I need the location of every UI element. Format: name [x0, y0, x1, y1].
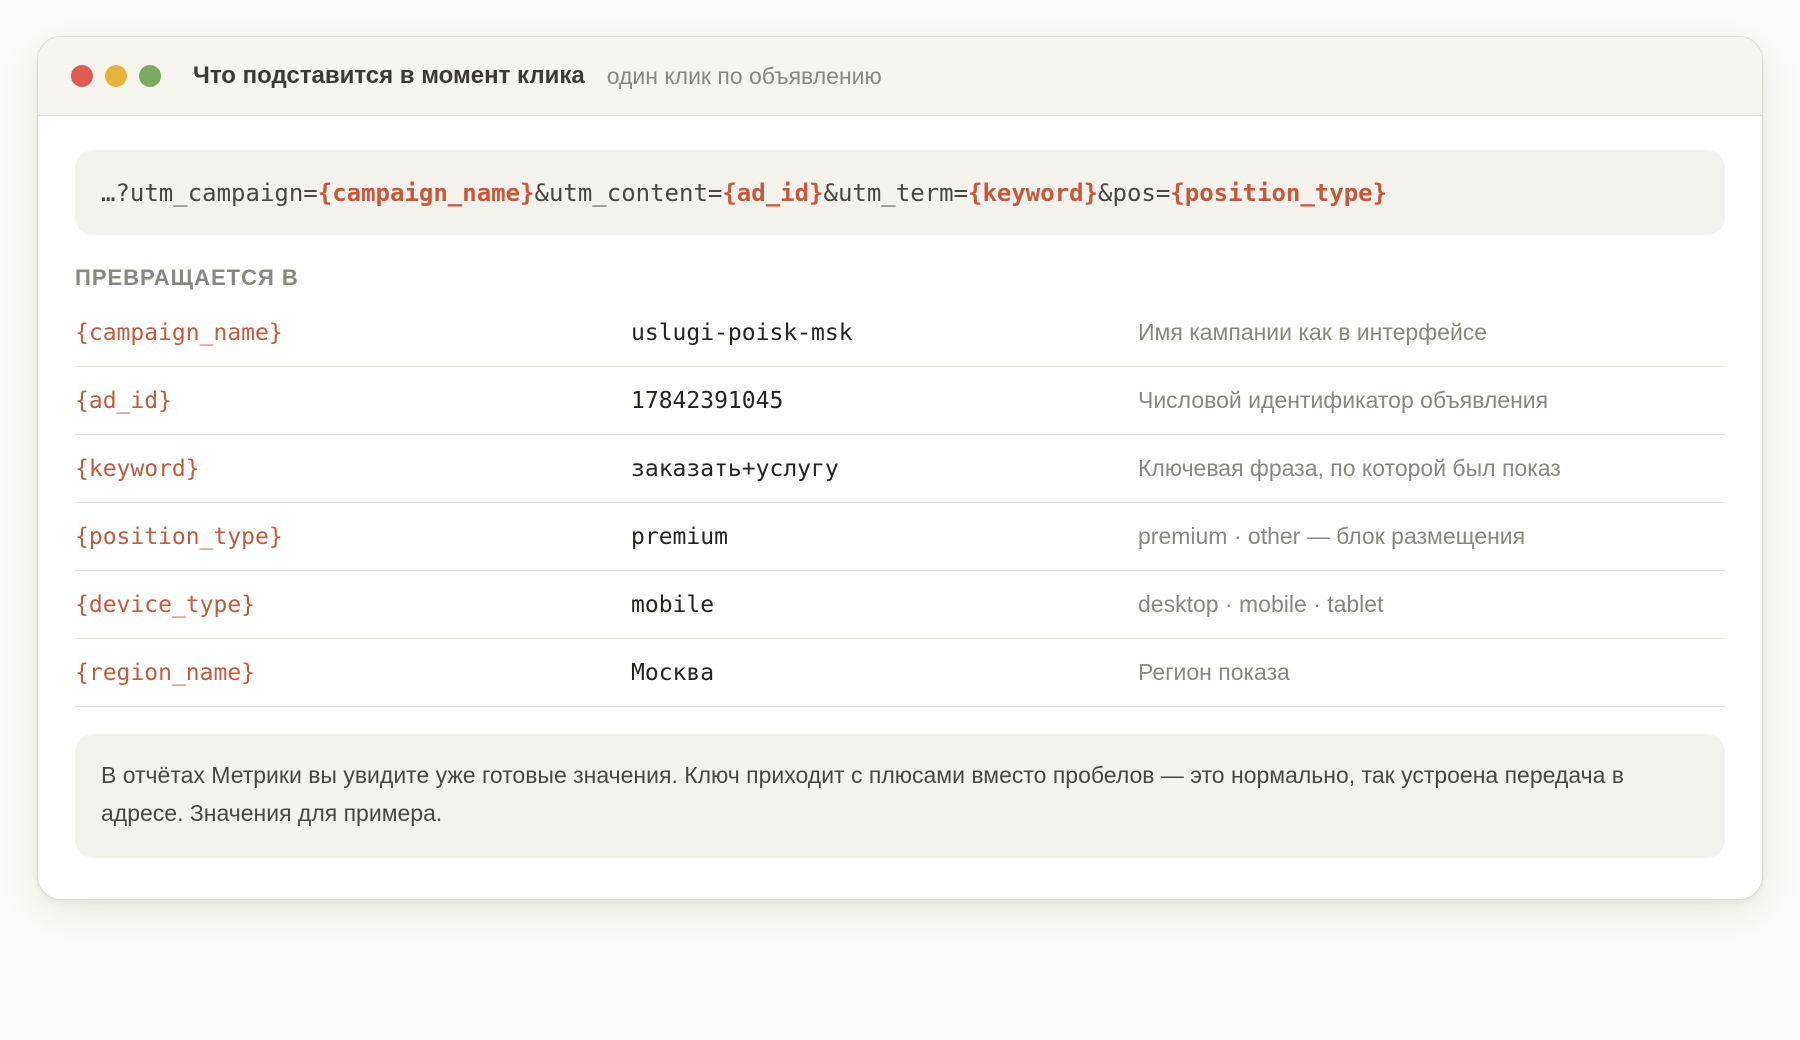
- substituted-value: uslugi-poisk-msk: [631, 319, 853, 346]
- table-row: {device_type} mobile desktop · mobile · ta…: [75, 571, 1725, 639]
- window: Что подставится в момент клика один клик…: [37, 36, 1763, 900]
- placeholder-key: {device_type}: [75, 591, 256, 618]
- substitution-table: {campaign_name} uslugi-poisk-msk Имя кампа…: [75, 299, 1725, 707]
- placeholder-key: {campaign_name}: [75, 319, 283, 346]
- table-row: {ad_id} 17842391045 Числовой идентификатор…: [75, 367, 1725, 435]
- url-text: &pos=: [1098, 178, 1171, 207]
- url-placeholder: {ad_id}: [722, 178, 824, 207]
- url-placeholder: {campaign_name}: [317, 178, 535, 207]
- main-content: …?utm_campaign= {campaign_name} &utm_conte…: [38, 116, 1762, 858]
- substituted-value: 17842391045: [631, 387, 784, 414]
- placeholder-key: {position_type}: [75, 523, 283, 550]
- minimize-button[interactable]: [105, 65, 127, 87]
- substituted-value: mobile: [631, 591, 715, 618]
- window-subtitle: один клик по объявлению: [606, 62, 882, 89]
- url-text: &utm_content=: [534, 178, 723, 207]
- url-placeholder: {position_type}: [1170, 178, 1388, 207]
- substituted-value: Москва: [631, 659, 715, 686]
- table-row: {region_name} Москва Регион показа: [75, 639, 1725, 707]
- placeholder-key: {keyword}: [75, 455, 200, 482]
- close-button[interactable]: [71, 65, 93, 87]
- substituted-value: заказать+услугу: [631, 455, 839, 482]
- table-row: {position_type} premium premium · other — …: [75, 503, 1725, 571]
- table-row: {keyword} заказать+услугу Ключевая фраза, …: [75, 435, 1725, 503]
- placeholder-key: {ad_id}: [75, 387, 172, 414]
- substituted-value: premium: [631, 523, 728, 550]
- value-description: premium · other — блок размещения: [1138, 523, 1526, 549]
- title-bar: Что подставится в момент клика один клик…: [38, 37, 1762, 116]
- url-text: …?utm_campaign=: [101, 178, 318, 207]
- section-label: ПРЕВРАЩАЕТСЯ В: [75, 265, 299, 290]
- maximize-button[interactable]: [139, 65, 161, 87]
- url-placeholder: {keyword}: [968, 178, 1099, 207]
- window-title: Что подставится в момент клика: [193, 62, 585, 89]
- window-controls: [71, 65, 161, 87]
- url-template: …?utm_campaign= {campaign_name} &utm_conte…: [75, 150, 1725, 235]
- table-row: {campaign_name} uslugi-poisk-msk Имя кампа…: [75, 299, 1725, 367]
- placeholder-key: {region_name}: [75, 659, 256, 686]
- value-description: desktop · mobile · tablet: [1138, 591, 1384, 617]
- value-description: Имя кампании как в интерфейсе: [1138, 319, 1488, 345]
- value-description: Ключевая фраза, по которой был показ: [1138, 455, 1561, 481]
- url-text: &utm_term=: [823, 178, 969, 207]
- value-description: Регион показа: [1138, 659, 1290, 685]
- info-note: В отчётах Метрики вы увидите уже готовые…: [75, 734, 1725, 858]
- value-description: Числовой идентификатор объявления: [1138, 387, 1549, 413]
